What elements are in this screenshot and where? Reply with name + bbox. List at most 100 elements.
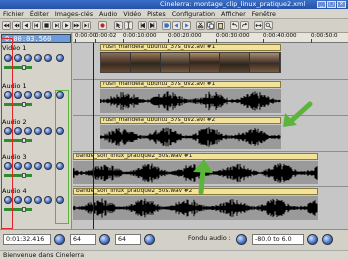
mute-toggle[interactable] (44, 196, 52, 204)
status-message: Bienvenue dans Cinelerra (0, 250, 348, 260)
mute-toggle[interactable] (44, 127, 52, 135)
fade-slider-knob[interactable] (22, 173, 26, 178)
record-icon (100, 23, 105, 28)
range-field[interactable]: -80.0 to 6.0 (252, 234, 304, 245)
fade-slider-knob[interactable] (22, 65, 26, 70)
menu-video[interactable]: Vidéo (120, 9, 144, 18)
reverse-play-button[interactable] (22, 21, 31, 30)
draw-toggle[interactable] (34, 91, 42, 99)
frame-forward-icon (55, 23, 59, 28)
draw-toggle[interactable] (34, 54, 42, 62)
arm-track-toggle[interactable] (14, 127, 22, 135)
amp-zoom-field[interactable]: 64 (115, 234, 141, 245)
mute-toggle[interactable] (44, 91, 52, 99)
track-zoom-stepper[interactable] (322, 234, 333, 245)
prev-label-icon (174, 23, 178, 28)
fit-button[interactable] (254, 21, 263, 30)
gang-toggle[interactable] (24, 127, 32, 135)
reverse-play-icon (24, 23, 28, 28)
expand-toggle[interactable] (56, 54, 64, 62)
close-button[interactable]: × (337, 1, 346, 8)
arm-track-toggle[interactable] (14, 91, 22, 99)
end-button[interactable] (82, 21, 91, 30)
redo-button[interactable] (240, 21, 249, 30)
play-button[interactable] (62, 21, 71, 30)
fade-slider-knob[interactable] (22, 102, 26, 107)
draw-toggle[interactable] (34, 196, 42, 204)
arm-track-toggle[interactable] (14, 162, 22, 170)
ruler-tick: 0:00:00 (75, 33, 97, 43)
in-point-button[interactable] (138, 21, 147, 30)
arm-track-toggle[interactable] (14, 54, 22, 62)
timeline-canvas[interactable]: rush_mandela_ubuntu_37s_dv2.avi #1 rush_… (73, 43, 348, 229)
undo-button[interactable] (230, 21, 239, 30)
amp-zoom-stepper[interactable] (144, 234, 155, 245)
gang-toggle[interactable] (24, 162, 32, 170)
video-frame (220, 53, 251, 72)
label-button[interactable] (162, 21, 171, 30)
fast-reverse-button[interactable] (12, 21, 21, 30)
transport-toolbar (0, 19, 348, 33)
edit-title[interactable]: rush_mandela_ubuntu_37s_dv2.avi #2 (100, 117, 281, 124)
cut-button[interactable] (196, 21, 205, 30)
audio-waveform[interactable] (100, 125, 281, 149)
rewind-icon (3, 23, 10, 28)
fade-slider-knob[interactable] (22, 207, 26, 212)
audio-waveform[interactable] (100, 89, 281, 113)
fade-slider-knob[interactable] (22, 138, 26, 143)
record-button[interactable] (98, 21, 107, 30)
menu-configuration[interactable]: Configuration (169, 9, 218, 18)
annotation-arrow-icon (283, 101, 313, 127)
ruler-tick: 0:00:02 (95, 33, 117, 43)
maximize-button[interactable]: □ (327, 1, 336, 8)
menu-afficher[interactable]: Afficher (218, 9, 249, 18)
menu-audio[interactable]: Audio (96, 9, 120, 18)
gang-toggle[interactable] (24, 196, 32, 204)
frame-back-button[interactable] (32, 21, 41, 30)
gang-toggle[interactable] (24, 54, 32, 62)
window-title: Cinelerra: montage_clip_linux_pratique2.… (160, 0, 306, 8)
zoom-button[interactable] (264, 21, 273, 30)
waveform-graphic (100, 91, 281, 111)
draw-toggle[interactable] (34, 127, 42, 135)
playhead-cursor[interactable] (93, 43, 94, 229)
scissors-icon (197, 22, 204, 29)
position-field[interactable]: 0:01:32.416 (3, 234, 51, 245)
minimize-button[interactable]: _ (317, 1, 326, 8)
menu-pistes[interactable]: Pistes (144, 9, 169, 18)
in-point-icon (140, 22, 145, 29)
range-stepper[interactable] (307, 234, 318, 245)
ibeam-tool-button[interactable] (124, 21, 133, 30)
menu-fenetre[interactable]: Fenêtre (249, 9, 279, 18)
audio-waveform[interactable] (73, 196, 318, 220)
sample-zoom-stepper[interactable] (99, 234, 110, 245)
next-label-button[interactable] (182, 21, 191, 30)
position-stepper[interactable] (54, 234, 65, 245)
menu-images-cles[interactable]: Images-clés (52, 9, 96, 18)
video-frame (160, 53, 191, 72)
video-thumbnails[interactable] (100, 52, 281, 73)
out-point-button[interactable] (148, 21, 157, 30)
gang-toggle[interactable] (24, 91, 32, 99)
draw-toggle[interactable] (34, 162, 42, 170)
annotation-red-box (1, 38, 13, 229)
arrow-tool-button[interactable] (114, 21, 123, 30)
edit-title[interactable]: rush_mandela_ubuntu_37s_dv2.avi #1 (100, 44, 281, 51)
frame-forward-button[interactable] (52, 21, 61, 30)
timeline-ruler[interactable]: 0:00:00 0:00:02 0:00:10:000 0:00:20:000 … (73, 33, 348, 43)
menu-editer[interactable]: Éditer (27, 9, 52, 18)
menu-fichier[interactable]: Fichier (0, 9, 27, 18)
fade-stepper[interactable] (236, 234, 247, 245)
mute-toggle[interactable] (44, 162, 52, 170)
stop-button[interactable] (42, 21, 51, 30)
copy-button[interactable] (206, 21, 215, 30)
rewind-button[interactable] (2, 21, 11, 30)
mute-toggle[interactable] (44, 54, 52, 62)
prev-label-button[interactable] (172, 21, 181, 30)
edit-title[interactable]: rush_mandela_ubuntu_37s_dv2.avi #1 (100, 81, 281, 88)
sample-zoom-field[interactable]: 64 (70, 234, 96, 245)
arm-track-toggle[interactable] (14, 196, 22, 204)
paste-button[interactable] (216, 21, 225, 30)
fast-forward-button[interactable] (72, 21, 81, 30)
ruler-tick: 0:00:50:0 (311, 33, 338, 43)
